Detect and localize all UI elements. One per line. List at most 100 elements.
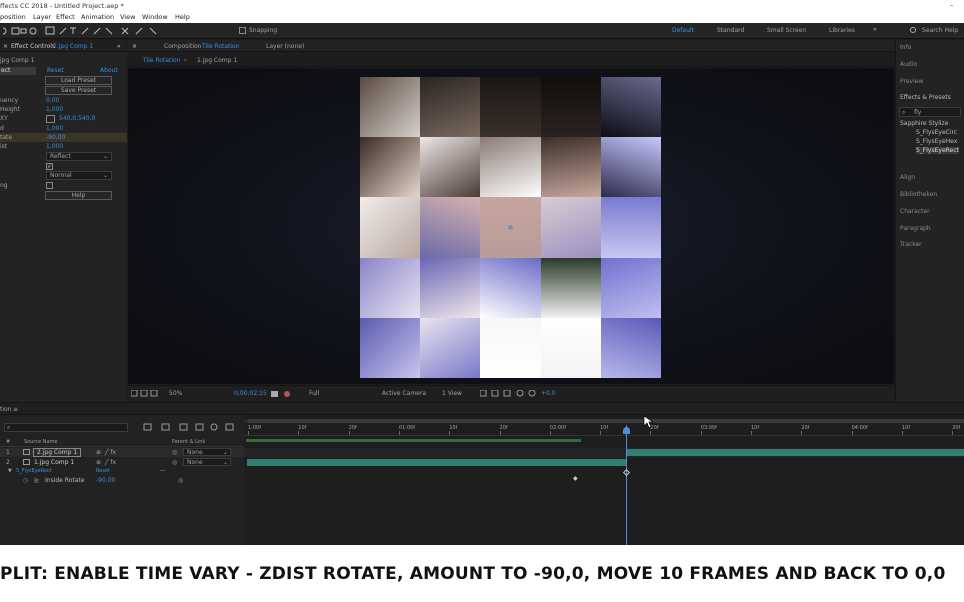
help-button[interactable]: Help <box>45 191 112 200</box>
parent-dropdown[interactable]: None ⌄ <box>183 448 231 456</box>
timeline-search-input[interactable]: ⌕ <box>4 423 128 432</box>
time-ruler[interactable]: 1:00f 10f 20f 01:00f 10f 20f 02:00f 10f 20f 03:00… <box>244 424 964 436</box>
zoom-dropdown[interactable]: 50% <box>169 390 182 397</box>
layer-name[interactable]: 2.jpg Comp 1 <box>33 448 82 457</box>
timeline-row-layer-2[interactable]: 2 1.jpg Comp 1 ⊕ ╱ fx ◎ None ⌄ <box>0 458 244 467</box>
panel-overflow-icon[interactable]: » <box>117 43 121 50</box>
keyframe-current[interactable] <box>622 468 631 477</box>
menu-layer[interactable]: Layer <box>33 13 51 21</box>
crosshair-icon[interactable] <box>46 115 55 123</box>
parent-pick-icon[interactable]: ◎ <box>172 449 177 456</box>
effect-controls-tab[interactable]: Effect Controls <box>11 43 55 50</box>
effect-flyseye-circ[interactable]: S_FlysEyeCirc <box>916 129 957 136</box>
panel-menu-icon[interactable]: × <box>3 43 8 50</box>
layer-1-bar[interactable] <box>627 449 964 456</box>
expand-arrow-icon[interactable]: ▼ <box>8 468 12 474</box>
save-preset-button[interactable]: Save Preset <box>45 86 112 95</box>
views-dropdown[interactable]: 1 View <box>442 390 462 397</box>
load-preset-button[interactable]: Load Preset <box>45 76 112 85</box>
color-icon[interactable] <box>284 391 290 397</box>
param-checkbox-unchecked[interactable] <box>46 182 53 189</box>
panel-effects-presets[interactable]: Effects & Presets <box>900 94 951 101</box>
parent-pick-icon[interactable]: ◎ <box>172 459 177 466</box>
render-icons[interactable] <box>480 390 540 398</box>
timeline-tab[interactable]: tion <box>0 406 12 413</box>
work-area-range[interactable] <box>248 419 964 423</box>
keyframe-icon[interactable]: ◆ <box>573 475 578 482</box>
param-dist-value[interactable]: 1,000 <box>46 143 63 150</box>
param-xy-value[interactable]: 540,0,540,0 <box>59 115 95 122</box>
parent-dropdown[interactable]: None ⌄ <box>183 458 231 466</box>
workspace-overflow-icon[interactable]: » <box>873 26 877 33</box>
playhead-line[interactable] <box>626 425 627 545</box>
menu-help[interactable]: Help <box>175 13 190 21</box>
layer-name[interactable]: 1.jpg Comp 1 <box>34 459 74 466</box>
panel-preview[interactable]: Preview <box>900 78 923 85</box>
search-help-field[interactable]: Search Help <box>922 27 958 34</box>
effect-controls-layer[interactable]: 2.jpg Comp 1 <box>53 43 93 50</box>
composition-name[interactable]: Tile Rotation <box>202 43 240 50</box>
resolution-dropdown[interactable]: Full <box>309 390 319 397</box>
effects-group-sapphire[interactable]: Sapphire Stylize <box>900 120 948 127</box>
switch-icons[interactable]: ⊕ ╱ fx <box>96 449 116 456</box>
property-value[interactable]: -90,00 <box>96 477 115 484</box>
pickwhip-icon[interactable]: ◎ <box>178 477 183 484</box>
panel-bibliotheken[interactable]: Bibliotheken <box>900 191 937 198</box>
timeline-menu-icon[interactable]: ≡ <box>13 406 18 413</box>
switch-icons[interactable]: ⊕ ╱ fx <box>96 459 116 466</box>
subtab-tile-rotation[interactable]: Tile Rotation <box>143 57 181 64</box>
search-icon[interactable] <box>910 27 916 33</box>
workspace-libraries[interactable]: Libraries <box>829 27 855 34</box>
active-camera-dropdown[interactable]: Active Camera <box>382 390 426 397</box>
menu-animation[interactable]: Animation <box>81 13 114 21</box>
timeline-switches-icons[interactable] <box>140 423 240 432</box>
timeline-track-area[interactable]: 1:00f 10f 20f 01:00f 10f 20f 02:00f 10f 20f 03:00… <box>244 415 964 545</box>
viewer-toggles-icons[interactable] <box>131 390 167 398</box>
param-frequency-value[interactable]: 0,00 <box>46 97 59 104</box>
stopwatch-icon[interactable]: ◷ <box>23 477 28 484</box>
timecode-display[interactable]: 0;00;02;15 <box>234 390 267 397</box>
snapping-checkbox[interactable] <box>239 27 246 34</box>
minimize-icon[interactable]: – <box>950 1 953 9</box>
tool-icons[interactable] <box>0 26 170 36</box>
param-height-value[interactable]: 1,000 <box>46 106 63 113</box>
menu-view[interactable]: View <box>120 13 135 21</box>
panel-character[interactable]: Character <box>900 208 930 215</box>
effect-row-name[interactable]: S_FlysEyeRect <box>16 468 52 474</box>
menu-effect[interactable]: Effect <box>56 13 75 21</box>
workspace-standard[interactable]: Standard <box>717 27 744 34</box>
param-checkbox-checked[interactable]: ✓ <box>46 163 53 170</box>
param-rotate-value[interactable]: -90,00 <box>46 134 65 141</box>
playhead-handle[interactable] <box>623 427 630 434</box>
graph-icon[interactable]: ⊵ <box>34 477 39 484</box>
panel-paragraph[interactable]: Paragraph <box>900 225 931 232</box>
effect-flyseye-rect[interactable]: S_FlysEyeRect <box>916 147 959 154</box>
workspace-small-screen[interactable]: Small Screen <box>767 27 806 34</box>
subtab-comp1[interactable]: 1.jpg Comp 1 <box>197 57 237 64</box>
close-icon[interactable]: × <box>132 43 137 50</box>
panel-align[interactable]: Align <box>900 174 915 181</box>
tile <box>360 77 421 138</box>
effect-reset-link[interactable]: Reset <box>47 67 64 74</box>
reflect-dropdown[interactable]: Reflect ⌄ <box>46 152 112 161</box>
anchor-point-icon[interactable] <box>507 224 514 231</box>
camera-icon[interactable] <box>271 391 278 397</box>
panel-info[interactable]: Info <box>900 44 911 51</box>
effect-row-reset[interactable]: Reset <box>96 468 110 474</box>
panel-audio[interactable]: Audio <box>900 61 917 68</box>
effects-search-input[interactable]: ⌕ fly <box>899 107 961 117</box>
workspace-default[interactable]: Default <box>672 27 694 34</box>
effect-about-link[interactable]: About <box>100 67 118 74</box>
timeline-row-layer-1[interactable]: 1 2.jpg Comp 1 ⊕ ╱ fx ◎ None ⌄ <box>0 448 244 457</box>
exposure-value[interactable]: +0,0 <box>541 390 556 397</box>
layer-tab[interactable]: Layer (none) <box>266 43 304 50</box>
composition-tab-label[interactable]: Composition <box>164 43 201 50</box>
effect-flyseye-hex[interactable]: S_FlysEyeHex <box>916 138 957 145</box>
panel-tracker[interactable]: Tracker <box>900 241 922 248</box>
menu-composition[interactable]: position <box>0 13 26 21</box>
effect-name[interactable]: ect <box>0 67 36 75</box>
layer-2-bar[interactable] <box>247 459 627 466</box>
blend-mode-dropdown[interactable]: Normal ⌄ <box>46 171 112 180</box>
menu-window[interactable]: Window <box>142 13 168 21</box>
param-d-value[interactable]: 1,000 <box>46 125 63 132</box>
